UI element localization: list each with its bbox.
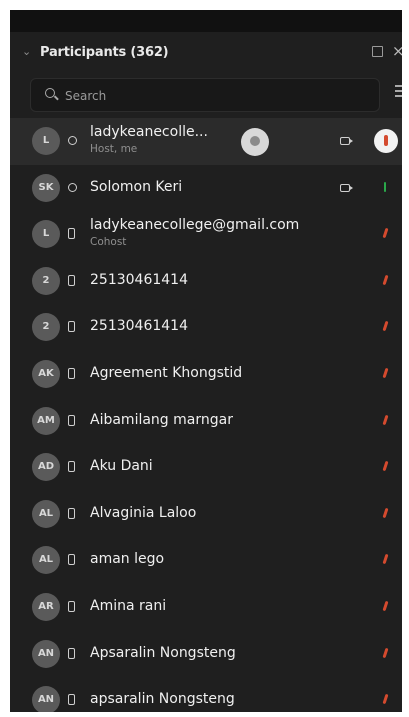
collapse-chevron-icon[interactable]: ⌄ — [22, 45, 31, 58]
muted-mic-icon[interactable] — [382, 227, 389, 239]
participant-role: Cohost — [90, 236, 127, 249]
participant-row[interactable]: AK Agreement Khongstid — [10, 351, 402, 398]
video-icon[interactable] — [340, 183, 353, 192]
participant-name: Alvaginia Laloo — [90, 504, 197, 521]
muted-mic-icon[interactable] — [382, 693, 389, 705]
participant-row[interactable]: Lladykeanecolle... Host, me — [10, 118, 402, 165]
avatar: 2 — [32, 313, 60, 342]
phone-device-icon — [68, 461, 75, 473]
avatar: AN — [32, 686, 60, 712]
search-icon — [45, 88, 55, 98]
panel-header: ⌄ Participants (362) × — [10, 36, 402, 72]
search-box[interactable] — [30, 78, 380, 112]
avatar: L — [32, 220, 60, 249]
participant-name: Agreement Khongstid — [90, 364, 243, 381]
phone-device-icon — [68, 321, 75, 333]
muted-mic-icon[interactable] — [382, 647, 389, 658]
participant-name: Aibamilang marngar — [90, 411, 233, 428]
participant-row[interactable]: AM Aibamilang marngar — [10, 398, 402, 445]
active-mic-icon[interactable] — [384, 181, 386, 192]
muted-mic-icon[interactable] — [382, 367, 389, 379]
participant-row[interactable]: AD Aku Dani — [10, 444, 402, 491]
panel-title: Participants (362) — [40, 45, 169, 60]
participant-row[interactable]: 2 25130461414 — [10, 258, 402, 305]
participant-name: ladykeanecolle... — [90, 124, 208, 140]
muted-mic-icon[interactable] — [382, 554, 389, 565]
video-icon[interactable] — [340, 137, 353, 145]
participant-list: Lladykeanecolle... Host, me SK Solomon Keri… — [10, 118, 402, 712]
avatar: AL — [32, 499, 60, 528]
camera-device-icon — [68, 136, 77, 145]
sort-icon[interactable] — [395, 85, 402, 101]
muted-mic-icon[interactable] — [382, 414, 389, 425]
phone-device-icon — [68, 228, 75, 240]
more-options-button[interactable] — [241, 128, 269, 156]
participant-row[interactable]: SK Solomon Keri — [10, 165, 402, 212]
phone-device-icon — [68, 274, 75, 286]
participant-name: Amina rani — [90, 597, 167, 614]
participant-name: Apsaralin Nongsteng — [90, 644, 236, 661]
avatar: AD — [32, 453, 60, 482]
participant-role: Host, me — [90, 143, 138, 155]
phone-device-icon — [68, 600, 75, 612]
phone-device-icon — [68, 367, 75, 379]
phone-device-icon — [68, 554, 75, 566]
muted-mic-icon[interactable] — [382, 600, 389, 612]
popout-icon[interactable] — [372, 46, 383, 57]
participant-name: 25130461414 — [90, 318, 188, 335]
participant-row[interactable]: 2 25130461414 — [10, 304, 402, 351]
participant-row[interactable]: Lladykeanecollege@gmail.com Cohost — [10, 211, 402, 258]
participant-name: 25130461414 — [90, 271, 188, 288]
participant-row[interactable]: AR Amina rani — [10, 584, 402, 631]
camera-device-icon — [68, 182, 77, 192]
avatar: AR — [32, 592, 60, 621]
phone-device-icon — [68, 507, 75, 519]
phone-device-icon — [68, 414, 75, 426]
avatar: AM — [32, 406, 60, 435]
participant-name: Solomon Keri — [90, 178, 183, 195]
muted-mic-icon[interactable] — [382, 460, 389, 472]
avatar: AN — [32, 639, 60, 668]
top-bar — [10, 10, 402, 32]
participant-row[interactable]: AL aman lego — [10, 537, 402, 584]
avatar: SK — [32, 173, 60, 202]
participants-panel: ⌄ Participants (362) × Lladykeanecolle..… — [10, 10, 402, 712]
phone-device-icon — [68, 694, 75, 706]
participant-name: aman lego — [90, 551, 165, 568]
muted-mic-icon[interactable] — [382, 321, 389, 332]
participant-row[interactable]: AN apsaralin Nongsteng — [10, 677, 402, 712]
participant-name: ladykeanecollege@gmail.com — [90, 217, 300, 234]
participant-row[interactable]: AL Alvaginia Laloo — [10, 491, 402, 538]
participant-name: apsaralin Nongsteng — [90, 691, 235, 708]
avatar: AK — [32, 359, 60, 388]
muted-mic-icon[interactable] — [382, 274, 389, 286]
avatar: AL — [32, 546, 60, 575]
search-input[interactable] — [63, 83, 367, 109]
participant-name: Aku Dani — [90, 458, 153, 475]
muted-mic-icon[interactable] — [374, 129, 398, 153]
avatar: L — [32, 127, 60, 155]
participant-row[interactable]: AN Apsaralin Nongsteng — [10, 631, 402, 678]
muted-mic-icon[interactable] — [382, 507, 389, 518]
close-icon[interactable]: × — [392, 42, 402, 60]
avatar: 2 — [32, 266, 60, 295]
phone-device-icon — [68, 647, 75, 659]
